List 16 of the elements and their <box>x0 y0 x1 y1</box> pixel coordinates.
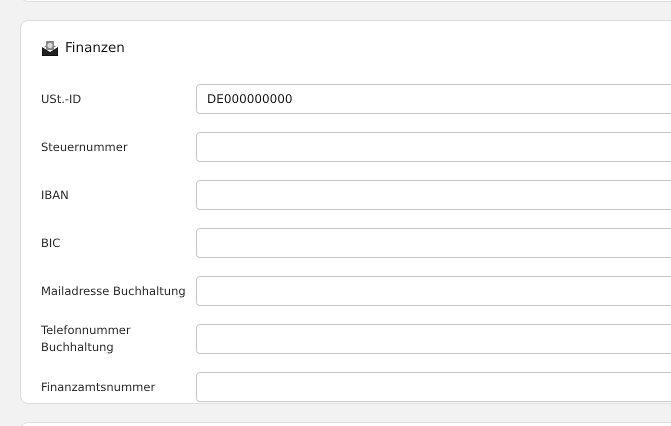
field-label: Telefonnummer Buchhaltung <box>41 322 132 356</box>
field-label: BIC <box>41 234 62 252</box>
input-field[interactable] <box>196 372 671 402</box>
field-label: IBAN <box>41 186 70 204</box>
input-field[interactable] <box>196 132 671 162</box>
money-envelope-icon <box>41 39 59 57</box>
input-field[interactable] <box>196 228 671 258</box>
field-label: USt.-ID <box>41 90 82 108</box>
section-title: Finanzen <box>65 38 125 58</box>
input-field[interactable]: DE000000000 <box>196 84 671 114</box>
input-field[interactable] <box>196 180 671 210</box>
input-field[interactable] <box>196 324 671 354</box>
input-field[interactable] <box>196 276 671 306</box>
field-label: Steuernummer <box>41 138 129 156</box>
field-label: Finanzamtsnummer <box>41 378 156 396</box>
field-label: Mailadresse Buchhaltung <box>41 282 187 300</box>
